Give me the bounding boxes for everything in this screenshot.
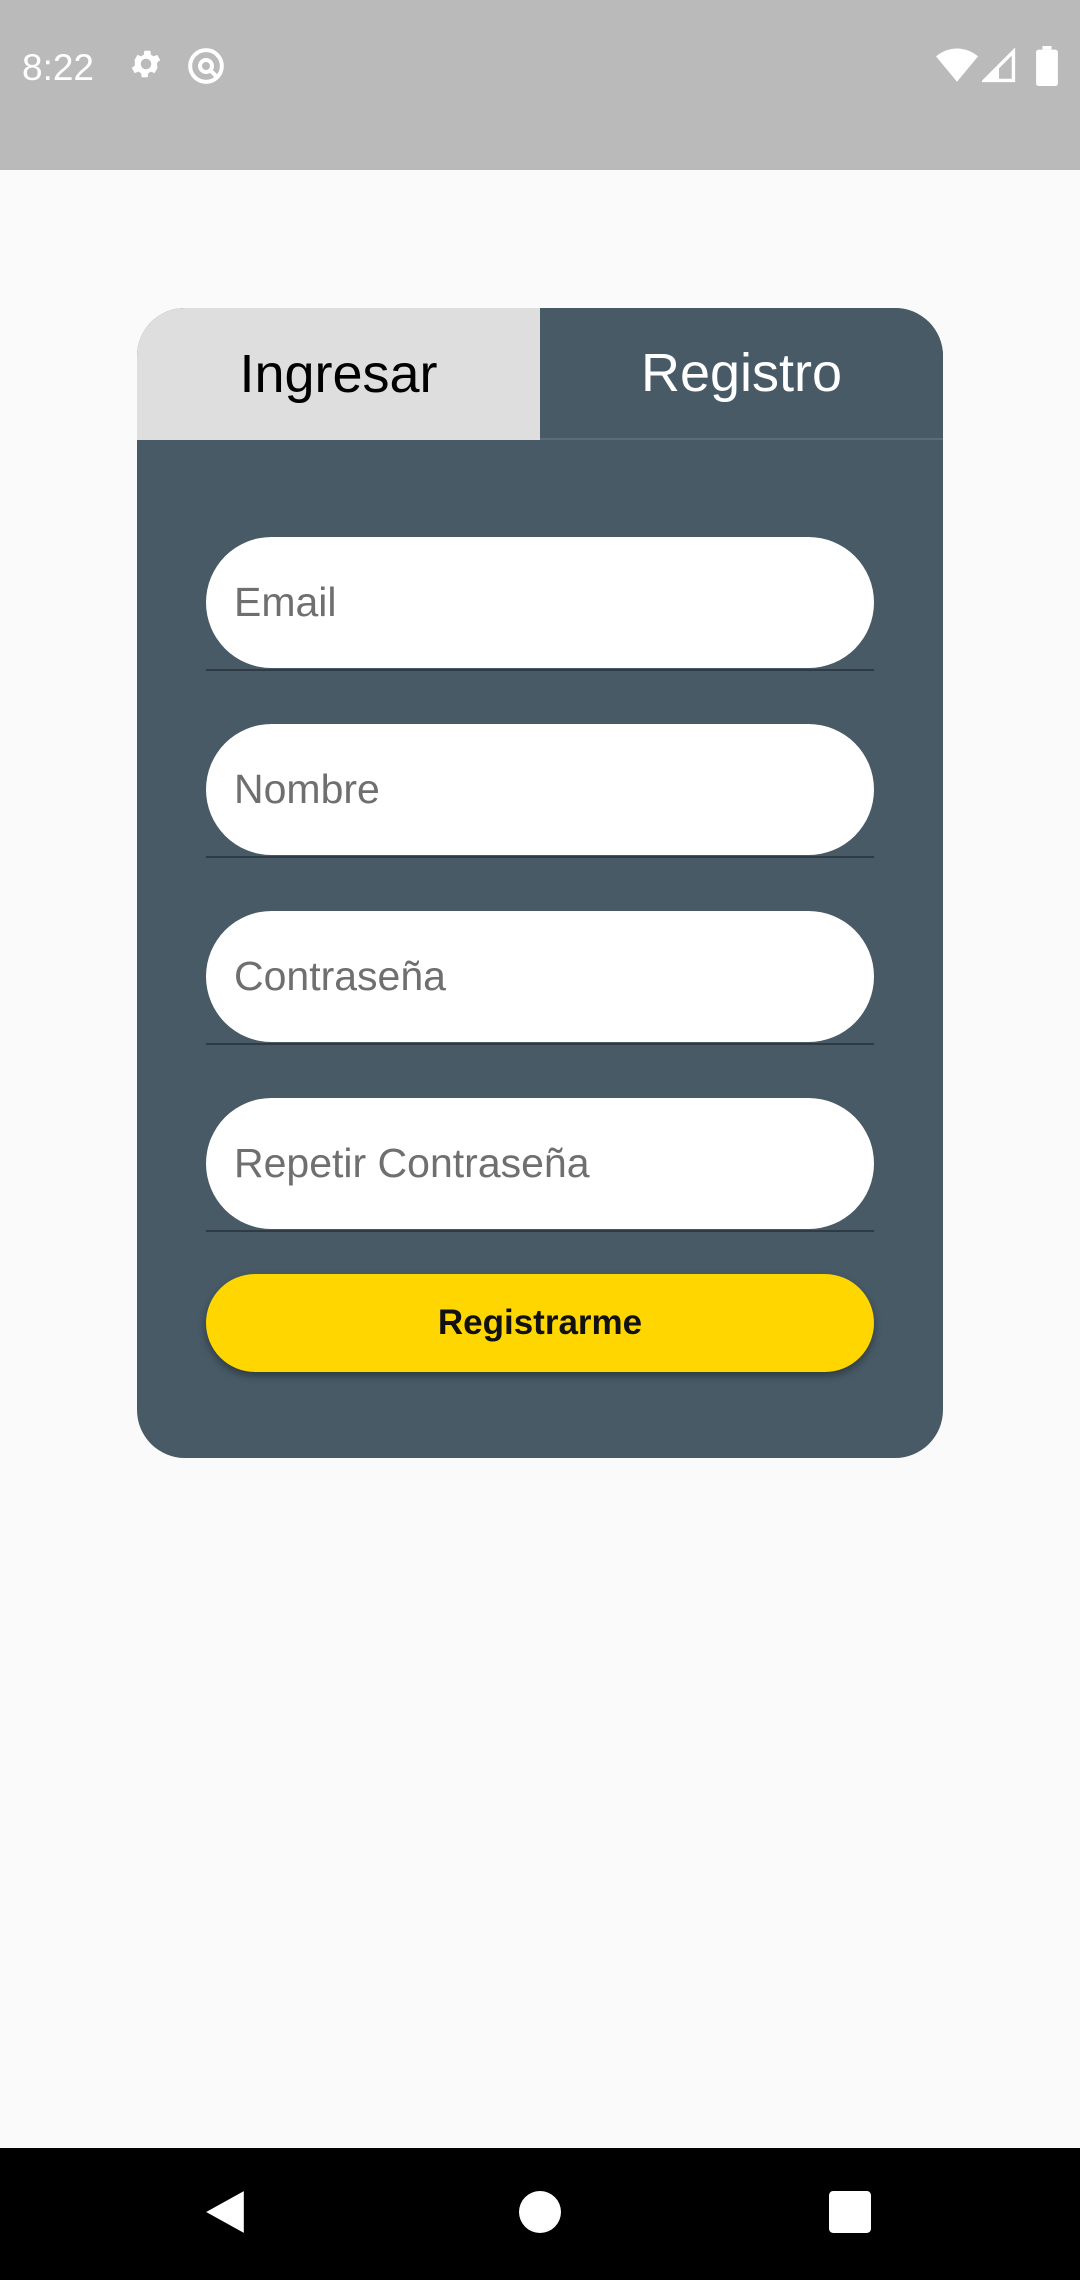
home-button[interactable] (465, 2148, 615, 2280)
battery-icon (1036, 46, 1058, 91)
repeat-password-field-wrapper (206, 1098, 874, 1232)
signal-icon (980, 47, 1016, 89)
recents-button[interactable] (775, 2148, 925, 2280)
name-field-underline (206, 856, 874, 858)
navigation-bar (0, 2148, 1080, 2280)
at-sign-icon (186, 46, 226, 91)
repeat-password-field-underline (206, 1230, 874, 1232)
name-field[interactable] (206, 724, 874, 855)
register-screen: 8:22 Ingresar Registro Email Nombre Regi… (0, 0, 1080, 2280)
gear-icon (128, 46, 164, 87)
email-field[interactable] (206, 537, 874, 668)
status-bar: 8:22 (0, 0, 1080, 170)
password-field[interactable] (206, 911, 874, 1042)
password-field-wrapper (206, 911, 874, 1045)
recents-icon (829, 2190, 871, 2238)
back-icon (204, 2189, 246, 2240)
status-time: 8:22 (22, 47, 95, 88)
tab-ingresar[interactable]: Ingresar (137, 308, 540, 440)
password-field-underline (206, 1043, 874, 1045)
home-icon (519, 2190, 561, 2238)
repeat-password-field[interactable] (206, 1098, 874, 1229)
wifi-icon (936, 48, 978, 89)
email-field-wrapper (206, 537, 874, 671)
tab-ingresar-label: Ingresar (239, 344, 438, 404)
name-field-wrapper (206, 724, 874, 858)
registrarme-button[interactable]: Registrarme (206, 1274, 874, 1372)
tab-registro-label: Registro (640, 343, 843, 403)
auth-card: Ingresar Registro Registrarme (137, 308, 943, 1458)
back-button[interactable] (150, 2148, 300, 2280)
email-field-underline (206, 669, 874, 671)
tab-registro[interactable]: Registro (540, 308, 943, 440)
